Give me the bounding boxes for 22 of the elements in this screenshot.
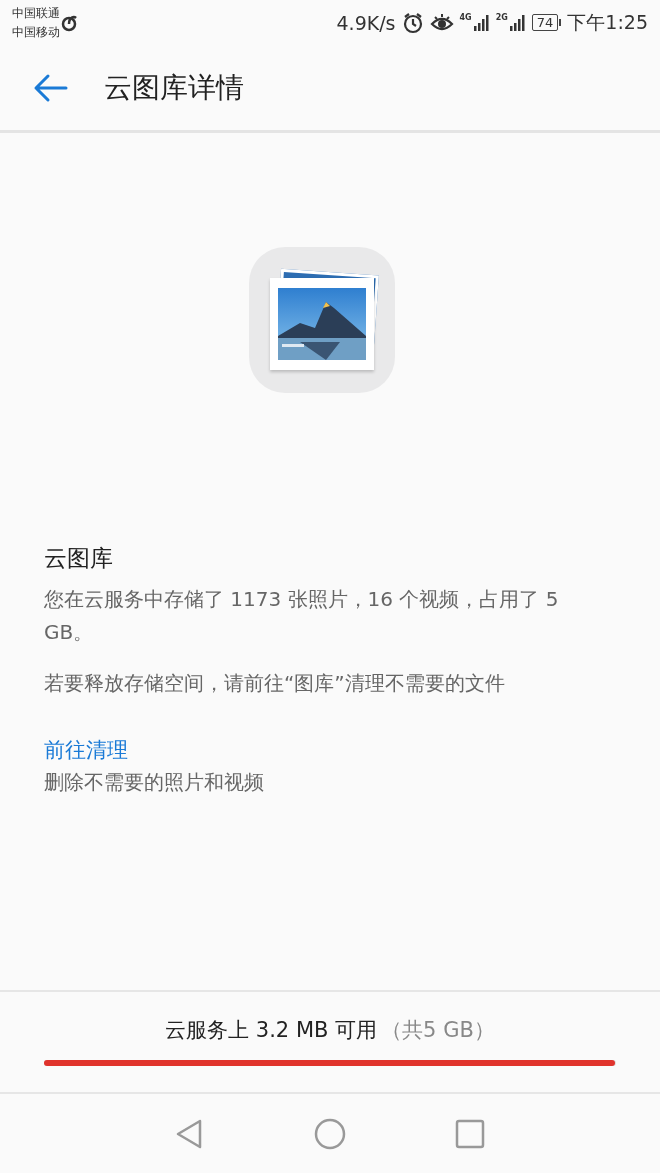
clean-up-link[interactable]: 前往清理 (44, 736, 128, 764)
recents-icon (454, 1117, 486, 1150)
home-icon (314, 1117, 346, 1150)
carrier-name: 中国移动 (12, 23, 60, 41)
home-nav-button[interactable] (314, 1117, 346, 1150)
available-storage: 云服务上 3.2 MB 可用 (165, 1017, 378, 1044)
signal-icon (472, 12, 490, 33)
section-title: 云图库 (44, 544, 114, 573)
carrier-name: 中国联通 (12, 4, 60, 22)
signal-icon (508, 12, 526, 33)
storage-description: 您在云服务中存储了 1173 张照片，16 个视频，占用了 5 GB。 (44, 586, 560, 646)
network-type: 2G (495, 12, 508, 22)
total-storage: （共5 GB） (381, 1017, 495, 1044)
clock-time: 下午1:25 (567, 9, 648, 35)
link-caption: 删除不需要的照片和视频 (44, 769, 265, 796)
network-speed: 4.9K/s (336, 11, 396, 34)
network-type: 4G (459, 12, 472, 22)
screen-title: 云图库详情 (104, 69, 244, 106)
hint-text: 若要释放存储空间，请前往“图库”清理不需要的文件 (44, 670, 506, 697)
battery-level: 74 (531, 14, 559, 31)
recents-nav-button[interactable] (454, 1117, 486, 1150)
alarm-icon (401, 11, 424, 34)
